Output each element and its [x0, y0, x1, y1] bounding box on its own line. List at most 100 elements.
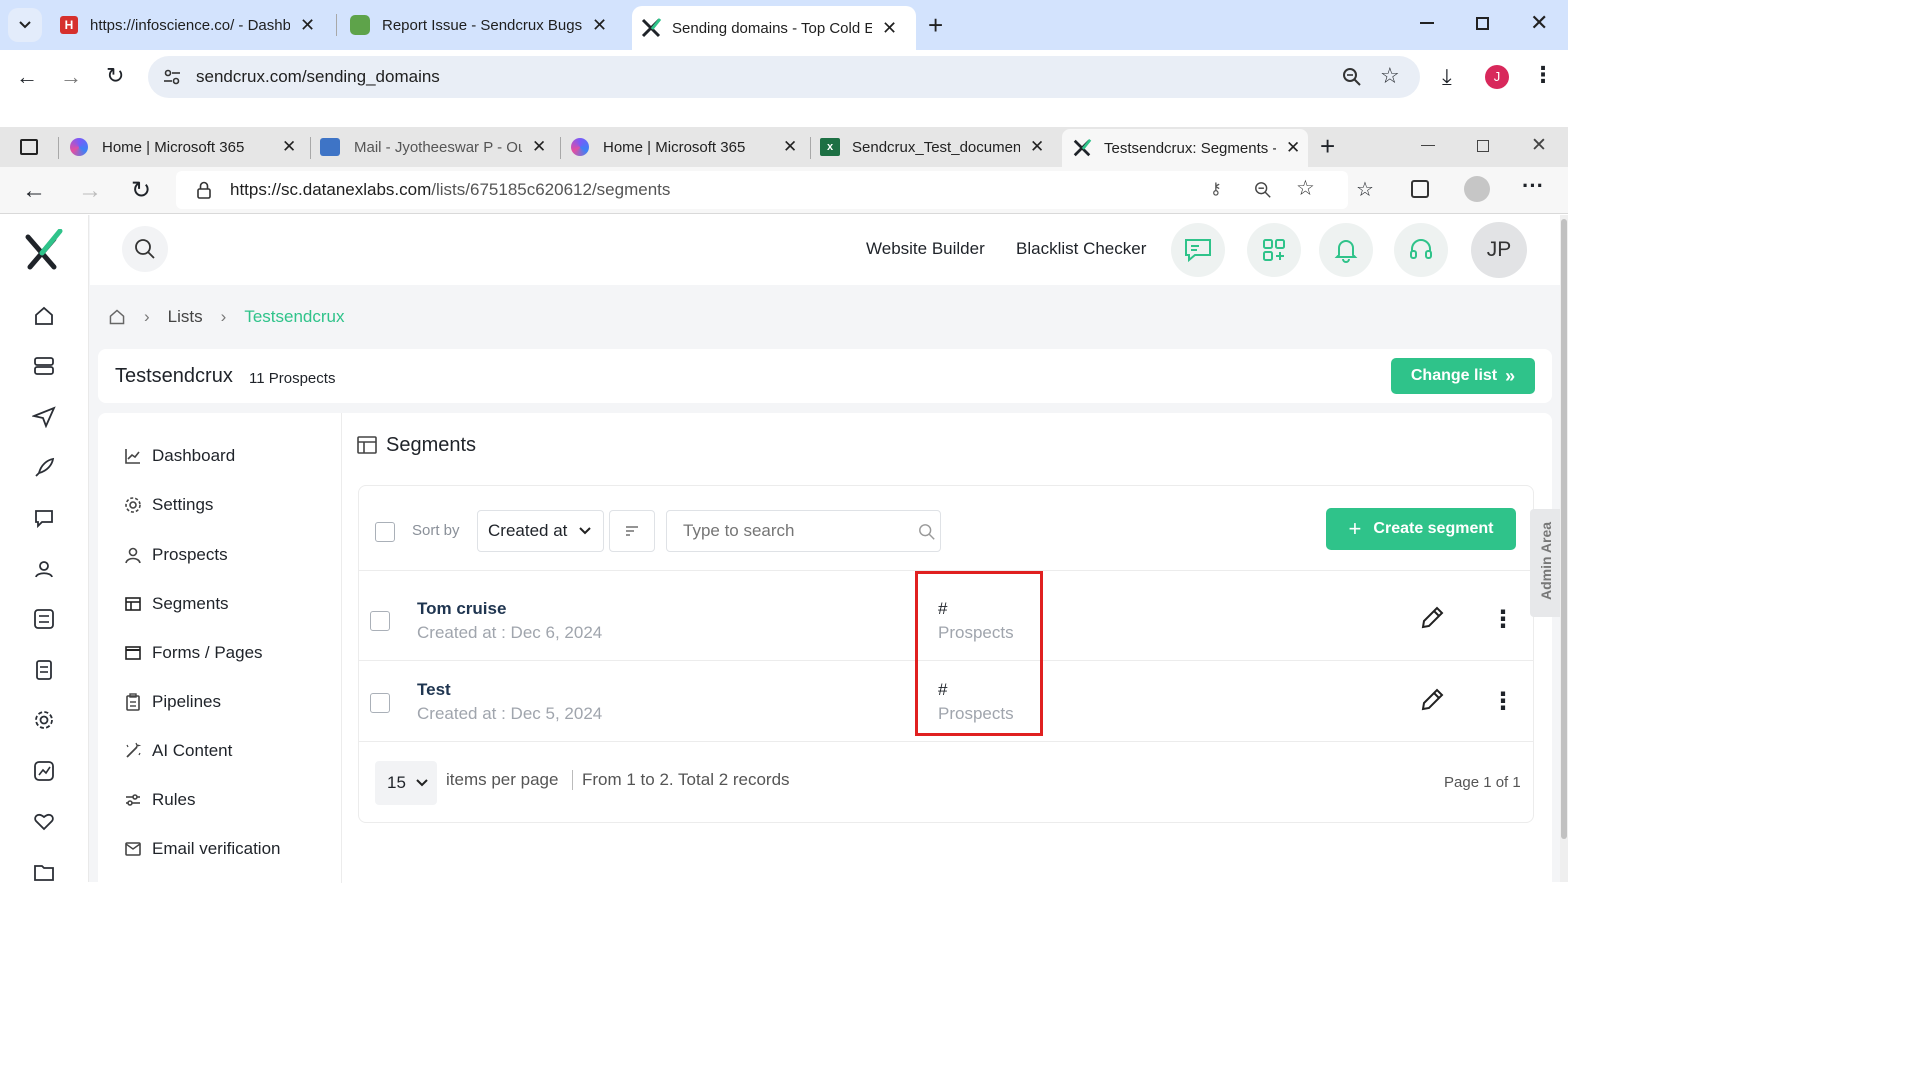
chat-icon[interactable] — [30, 504, 58, 532]
close-icon[interactable]: ✕ — [300, 15, 315, 36]
favorites-icon[interactable]: ☆ — [1356, 177, 1374, 202]
close-icon[interactable]: ✕ — [282, 137, 296, 157]
apps-button[interactable] — [1247, 223, 1301, 277]
page-scrollbar[interactable] — [1560, 215, 1568, 882]
website-builder-link[interactable]: Website Builder — [866, 239, 985, 259]
menu-ai-content[interactable]: AI Content — [124, 741, 232, 761]
segment-name[interactable]: Test — [417, 680, 451, 700]
minimize-button[interactable] — [1421, 145, 1435, 146]
close-icon[interactable]: ✕ — [1030, 137, 1044, 157]
bell-icon — [1334, 240, 1358, 263]
user-avatar[interactable]: JP — [1471, 222, 1527, 278]
table-icon — [357, 436, 377, 454]
row-menu-icon[interactable]: ⋮ — [1491, 605, 1515, 634]
select-all-checkbox[interactable] — [375, 522, 395, 542]
bookmark-star-icon[interactable]: ☆ — [1380, 63, 1400, 89]
analytics-icon[interactable] — [30, 757, 58, 785]
menu-dashboard[interactable]: Dashboard — [124, 446, 235, 466]
inner-tab-4[interactable]: x Sendcrux_Test_document. ✕ — [820, 127, 1056, 167]
inner-tab-1[interactable]: Home | Microsoft 365 ✕ — [70, 127, 306, 167]
back-icon[interactable]: ← — [22, 177, 46, 205]
outer-address-bar[interactable]: sendcrux.com/sending_domains ☆ — [148, 56, 1420, 98]
sort-select[interactable]: Created at — [477, 510, 604, 552]
menu-kebab-icon[interactable]: ⋮ — [1532, 62, 1554, 88]
restore-button[interactable] — [1476, 17, 1489, 30]
outer-tab-3-active[interactable]: Sending domains - Top Cold Em ✕ — [632, 6, 916, 50]
support-button[interactable] — [1394, 223, 1448, 277]
minimize-button[interactable] — [1420, 22, 1434, 24]
breadcrumb-current: Testsendcrux — [244, 307, 345, 326]
close-icon[interactable]: ✕ — [592, 15, 607, 36]
breadcrumb-lists[interactable]: Lists — [168, 307, 203, 327]
admin-area-tab[interactable]: Admin Area — [1530, 509, 1560, 617]
close-window-button[interactable]: ✕ — [1530, 10, 1548, 36]
inner-tab-2[interactable]: Mail - Jyotheeswar P - Out ✕ — [320, 127, 556, 167]
menu-segments[interactable]: Segments — [124, 594, 229, 614]
download-icon[interactable]: ⤓ — [1442, 64, 1452, 90]
headset-icon — [1410, 239, 1432, 259]
add-favorite-icon[interactable]: ☆ — [1296, 176, 1315, 201]
inner-tab-5-active[interactable]: Testsendcrux: Segments - ✕ — [1062, 129, 1308, 167]
tab-search-button[interactable] — [8, 8, 42, 42]
sort-order-button[interactable] — [609, 510, 655, 552]
close-icon[interactable]: ✕ — [783, 137, 797, 157]
search-input[interactable] — [683, 521, 903, 541]
search-field[interactable] — [666, 510, 941, 552]
create-segment-button[interactable]: + Create segment — [1326, 508, 1516, 550]
close-icon[interactable]: ✕ — [532, 137, 546, 157]
blacklist-checker-link[interactable]: Blacklist Checker — [1016, 239, 1146, 259]
menu-rules[interactable]: Rules — [124, 790, 195, 810]
list-icon[interactable] — [30, 605, 58, 633]
tab-actions-icon[interactable] — [20, 139, 38, 155]
sendcrux-logo-icon — [25, 229, 63, 270]
forward-icon[interactable]: → — [78, 177, 102, 205]
menu-pipelines[interactable]: Pipelines — [124, 692, 221, 712]
new-tab-button[interactable]: + — [1320, 131, 1335, 162]
back-icon[interactable]: ← — [16, 64, 38, 90]
segment-name[interactable]: Tom cruise — [417, 599, 506, 619]
reload-icon[interactable]: ↻ — [106, 63, 124, 89]
code-folder-icon[interactable] — [30, 858, 58, 886]
row-checkbox[interactable] — [370, 611, 390, 631]
close-icon[interactable]: ✕ — [1286, 138, 1300, 158]
send-icon[interactable] — [30, 403, 58, 431]
favicon-h-icon: H — [60, 16, 78, 34]
close-window-button[interactable]: ✕ — [1531, 134, 1547, 157]
reload-icon[interactable]: ↻ — [131, 176, 151, 205]
collections-icon[interactable] — [1411, 180, 1429, 198]
outer-tab-1[interactable]: H https://infoscience.co/ - Dashbo ✕ — [56, 6, 334, 44]
document-icon[interactable] — [30, 656, 58, 684]
users-icon[interactable] — [30, 555, 58, 583]
menu-prospects[interactable]: Prospects — [124, 545, 228, 565]
segments-table-panel: Sort by Created at + Create segment Tom … — [358, 485, 1534, 823]
row-menu-icon[interactable]: ⋮ — [1491, 687, 1515, 716]
home-icon[interactable] — [30, 302, 58, 330]
settings-more-icon[interactable]: ··· — [1522, 173, 1544, 199]
scrollbar-thumb[interactable] — [1561, 219, 1567, 839]
inner-address-bar[interactable]: https://sc.datanexlabs.com/lists/675185c… — [176, 171, 1348, 209]
close-icon[interactable]: ✕ — [882, 18, 897, 39]
server-icon[interactable] — [30, 352, 58, 380]
menu-email-verification[interactable]: Email verification — [124, 839, 281, 859]
sendcrux-app: Website Builder Blacklist Checker JP › L… — [0, 215, 1560, 893]
profile-icon[interactable] — [1464, 176, 1490, 202]
notifications-button[interactable] — [1319, 223, 1373, 277]
forward-icon[interactable]: → — [60, 64, 82, 90]
menu-settings[interactable]: Settings — [124, 495, 213, 515]
row-checkbox[interactable] — [370, 693, 390, 713]
per-page-select[interactable]: 15 — [375, 761, 437, 805]
new-tab-button[interactable]: + — [928, 10, 943, 41]
profile-avatar[interactable]: J — [1485, 65, 1509, 89]
restore-button[interactable] — [1477, 140, 1489, 152]
rocket-icon[interactable] — [30, 454, 58, 482]
heart-handshake-icon[interactable] — [30, 807, 58, 835]
menu-forms-pages[interactable]: Forms / Pages — [124, 643, 263, 663]
global-search-button[interactable] — [122, 226, 168, 272]
change-list-button[interactable]: Change list » — [1391, 358, 1535, 394]
gear-icon[interactable] — [30, 706, 58, 734]
feedback-button[interactable] — [1171, 223, 1225, 277]
segment-created: Created at : Dec 5, 2024 — [417, 704, 603, 723]
key-icon[interactable]: ⚷ — [1210, 179, 1222, 199]
inner-tab-3[interactable]: Home | Microsoft 365 ✕ — [571, 127, 807, 167]
outer-tab-2[interactable]: Report Issue - Sendcrux Bugs Tr ✕ — [346, 6, 624, 44]
